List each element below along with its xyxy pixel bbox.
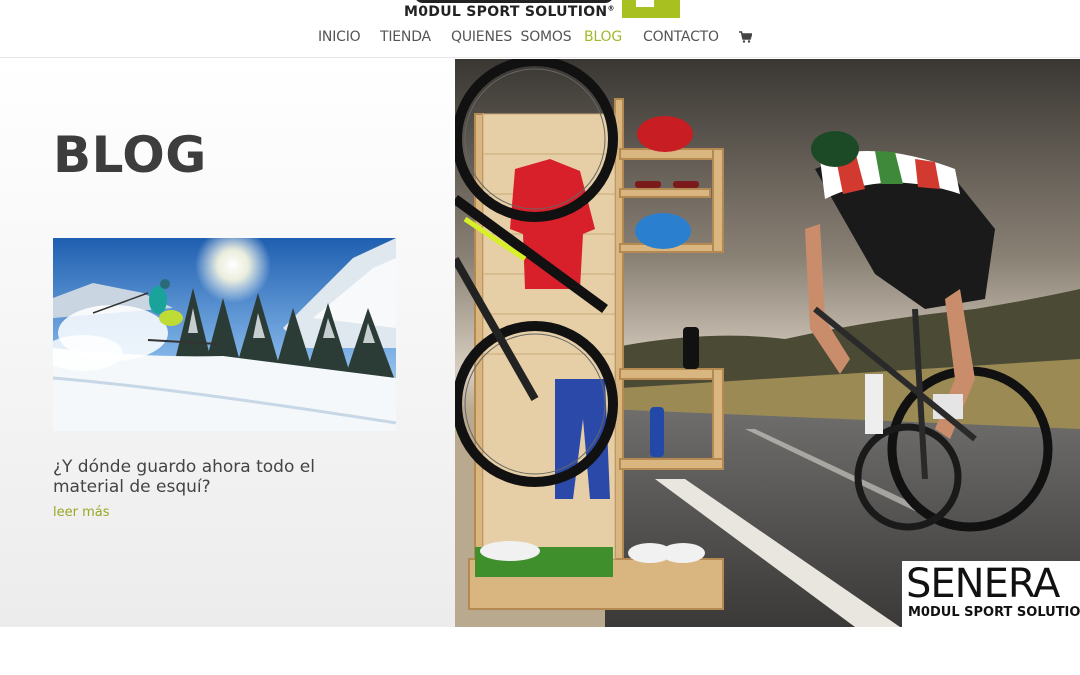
hero-brand-wordmark: SENERA: [906, 561, 1060, 607]
nav-item-tienda[interactable]: TIENDA: [380, 29, 431, 45]
logo-cube-icon: [622, 0, 680, 18]
nav-item-contacto[interactable]: CONTACTO: [643, 29, 719, 45]
post-thumbnail[interactable]: [53, 238, 396, 431]
site-logo[interactable]: M0DUL SPORT SOLUTION®: [404, 0, 684, 22]
blog-column: BLOG ¿Y dónde guardo ahora todo el mater…: [0, 59, 455, 627]
hero-image: SENERA M0DUL SPORT SOLUTION: [455, 59, 1080, 627]
logo-tagline: M0DUL SPORT SOLUTION®: [404, 4, 615, 20]
nav-item-inicio[interactable]: INICIO: [318, 29, 361, 45]
hero-brand-badge: SENERA M0DUL SPORT SOLUTION: [902, 561, 1080, 627]
nav-item-quienes-somos[interactable]: QUIENES SOMOS: [451, 29, 572, 45]
post-title[interactable]: ¿Y dónde guardo ahora todo el material d…: [53, 457, 383, 497]
logo-wordmark-bottom: [414, 0, 614, 3]
read-more-link[interactable]: leer más: [53, 505, 110, 520]
hero-brand-tagline: M0DUL SPORT SOLUTION: [908, 605, 1080, 620]
nav-item-blog[interactable]: BLOG: [584, 29, 622, 45]
main-nav: INICIO TIENDA QUIENES SOMOS BLOG CONTACT…: [0, 29, 1080, 49]
site-header: M0DUL SPORT SOLUTION® INICIO TIENDA QUIE…: [0, 0, 1080, 58]
page-title: BLOG: [53, 126, 207, 184]
shopping-cart-icon[interactable]: [739, 31, 752, 43]
